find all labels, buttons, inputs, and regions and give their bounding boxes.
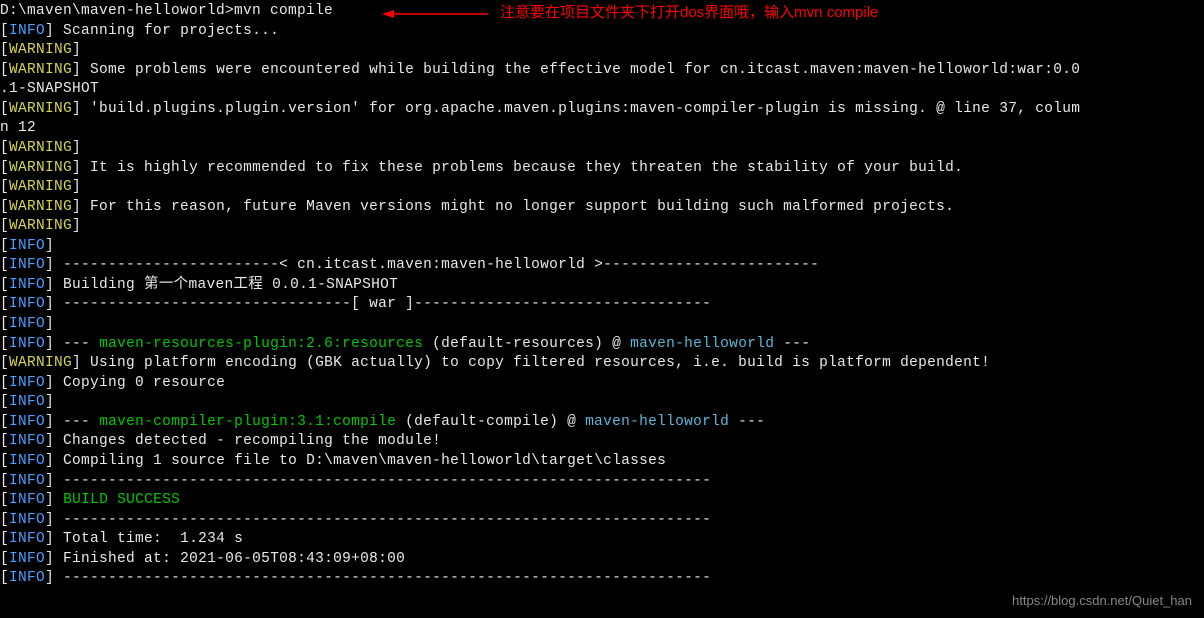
log-text: .1-SNAPSHOT	[0, 81, 99, 97]
project-name: maven-helloworld	[585, 414, 729, 430]
log-text: 'build.plugins.plugin.version' for org.a…	[81, 101, 1080, 117]
log-text: ---	[774, 336, 810, 352]
info-tag: INFO	[9, 375, 45, 391]
log-text: Total time: 1.234 s	[54, 531, 243, 547]
info-tag: INFO	[9, 492, 45, 508]
info-tag: INFO	[9, 453, 45, 469]
warning-tag: WARNING	[9, 101, 72, 117]
warning-tag: WARNING	[9, 140, 72, 156]
log-text: It is highly recommended to fix these pr…	[81, 160, 963, 176]
log-text: Scanning for projects...	[54, 23, 279, 39]
warning-tag: WARNING	[9, 42, 72, 58]
warning-tag: WARNING	[9, 218, 72, 234]
warning-tag: WARNING	[9, 355, 72, 371]
arrow-icon	[382, 10, 488, 18]
plugin-name: maven-compiler-plugin:3.1:compile	[99, 414, 396, 430]
log-text: Some problems were encountered while bui…	[81, 62, 1080, 78]
terminal-output: D:\maven\maven-helloworld>mvn compile [I…	[0, 2, 1204, 589]
info-tag: INFO	[9, 512, 45, 528]
log-text: (default-resources) @	[423, 336, 630, 352]
info-tag: INFO	[9, 551, 45, 567]
log-text: Building 第一个maven工程 0.0.1-SNAPSHOT	[54, 277, 398, 293]
log-text: (default-compile) @	[396, 414, 585, 430]
annotation-text: 注意要在项目文件夹下打开dos界面哦，输入mvn compile	[500, 3, 878, 23]
log-text: --------------------------------[ war ]-…	[54, 296, 711, 312]
log-text: ---	[54, 336, 99, 352]
log-text: ---	[54, 414, 99, 430]
log-text: ----------------------------------------…	[54, 512, 711, 528]
warning-tag: WARNING	[9, 62, 72, 78]
warning-tag: WARNING	[9, 199, 72, 215]
info-tag: INFO	[9, 277, 45, 293]
warning-tag: WARNING	[9, 179, 72, 195]
plugin-name: maven-resources-plugin:2.6:resources	[99, 336, 423, 352]
log-text: Using platform encoding (GBK actually) t…	[81, 355, 990, 371]
info-tag: INFO	[9, 570, 45, 586]
log-text: Finished at: 2021-06-05T08:43:09+08:00	[54, 551, 405, 567]
log-text: Copying 0 resource	[54, 375, 225, 391]
project-name: maven-helloworld	[630, 336, 774, 352]
log-text: ---	[729, 414, 765, 430]
info-tag: INFO	[9, 23, 45, 39]
info-tag: INFO	[9, 531, 45, 547]
log-text: ----------------------------------------…	[54, 473, 711, 489]
log-text: ----------------------------------------…	[54, 570, 711, 586]
info-tag: INFO	[9, 433, 45, 449]
info-tag: INFO	[9, 316, 45, 332]
log-text: ------------------------< cn.itcast.mave…	[54, 257, 819, 273]
log-text: Changes detected - recompiling the modul…	[54, 433, 441, 449]
info-tag: INFO	[9, 296, 45, 312]
warning-tag: WARNING	[9, 160, 72, 176]
watermark-text: https://blog.csdn.net/Quiet_han	[1012, 592, 1192, 610]
info-tag: INFO	[9, 473, 45, 489]
info-tag: INFO	[9, 336, 45, 352]
log-text: For this reason, future Maven versions m…	[81, 199, 954, 215]
info-tag: INFO	[9, 238, 45, 254]
command-prompt[interactable]: D:\maven\maven-helloworld>mvn compile	[0, 3, 333, 19]
build-success: BUILD SUCCESS	[63, 492, 180, 508]
info-tag: INFO	[9, 414, 45, 430]
info-tag: INFO	[9, 257, 45, 273]
info-tag: INFO	[9, 394, 45, 410]
log-text: Compiling 1 source file to D:\maven\mave…	[54, 453, 666, 469]
log-text: n 12	[0, 120, 36, 136]
